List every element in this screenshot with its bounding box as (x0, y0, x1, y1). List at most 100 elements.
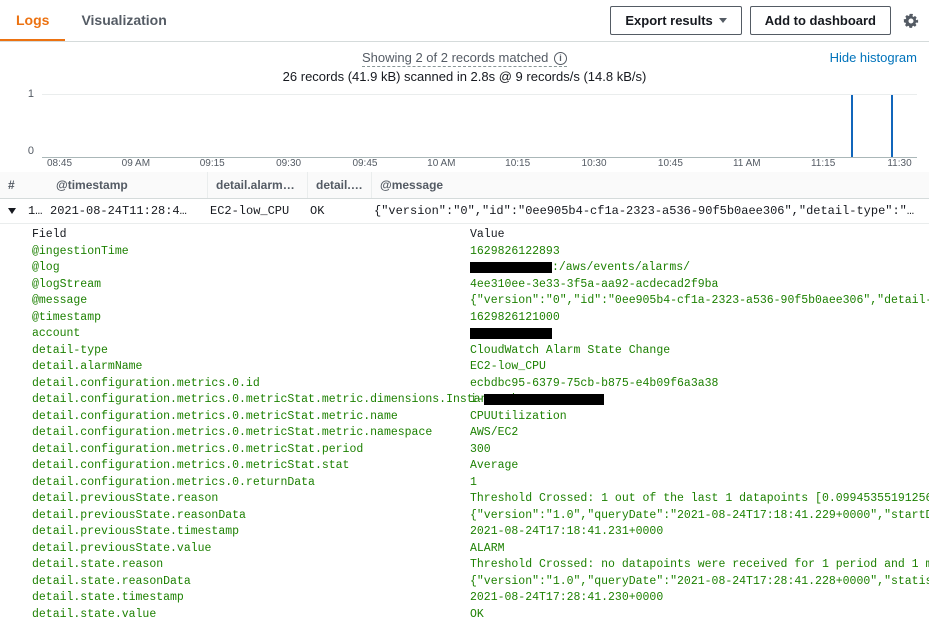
detail-value: 2021-08-24T17:28:41.230+0000 (470, 590, 663, 606)
detail-value: OK (470, 607, 484, 623)
y-axis: 0 1 (8, 90, 38, 158)
detail-field: detail.configuration.metrics.0.metricSta… (32, 442, 470, 458)
histogram-chart: 0 1 08:4509 AM09:1509:3009:4510 AM10:151… (8, 90, 921, 172)
col-timestamp[interactable]: @timestamp (48, 172, 208, 198)
detail-value: 300 (470, 442, 491, 458)
table-row[interactable]: 1 2021-08-24T11:28:41.00… EC2-low_CPU OK… (0, 199, 929, 224)
detail-field: detail.state.reason (32, 557, 470, 573)
y-tick-1: 1 (28, 88, 34, 100)
x-tick: 10:45 (658, 158, 683, 169)
detail-value: CPUUtilization (470, 409, 567, 425)
detail-field: detail.previousState.reasonData (32, 508, 470, 524)
detail-row: detail.state.timestamp2021-08-24T17:28:4… (32, 590, 929, 607)
scan-stats-text: 26 records (41.9 kB) scanned in 2.8s @ 9… (0, 69, 929, 84)
col-state[interactable]: detail.s… (308, 172, 372, 198)
detail-row: detail.state.valueOK (32, 606, 929, 623)
add-to-dashboard-button[interactable]: Add to dashboard (750, 6, 891, 35)
detail-field: @ingestionTime (32, 244, 470, 260)
detail-row: detail.configuration.metrics.0.metricSta… (32, 425, 929, 442)
x-tick: 11:15 (811, 158, 835, 169)
detail-header: Field Value (32, 226, 929, 243)
detail-value: i- (470, 392, 604, 408)
col-message[interactable]: @message (372, 172, 929, 198)
detail-value: Threshold Crossed: 1 out of the last 1 d… (470, 491, 929, 507)
x-axis: 08:4509 AM09:1509:3009:4510 AM10:1510:30… (42, 158, 917, 172)
detail-row: detail-typeCloudWatch Alarm State Change (32, 342, 929, 359)
col-index[interactable]: # (0, 172, 28, 198)
expand-toggle-icon[interactable] (8, 208, 16, 214)
detail-row: detail.configuration.metrics.0.metricSta… (32, 408, 929, 425)
detail-field: @message (32, 293, 470, 309)
detail-field: detail.configuration.metrics.0.id (32, 376, 470, 392)
x-tick: 09 AM (122, 158, 150, 169)
detail-value: Average (470, 458, 518, 474)
x-tick: 09:30 (276, 158, 301, 169)
x-tick: 10:15 (505, 158, 530, 169)
detail-row: detail.state.reasonThreshold Crossed: no… (32, 557, 929, 574)
detail-value: AWS/EC2 (470, 425, 518, 441)
x-tick: 08:45 (47, 158, 72, 169)
detail-row: @message{"version":"0","id":"0ee905b4-cf… (32, 293, 929, 310)
detail-value: EC2-low_CPU (470, 359, 546, 375)
detail-value: 1 (470, 475, 477, 491)
export-label: Export results (625, 13, 712, 28)
detail-field: detail.previousState.timestamp (32, 524, 470, 540)
export-results-button[interactable]: Export results (610, 6, 741, 35)
detail-value: 1629826121000 (470, 310, 560, 326)
detail-row: detail.configuration.metrics.0.metricSta… (32, 392, 929, 409)
hide-histogram-link[interactable]: Hide histogram (830, 50, 917, 65)
detail-row: detail.alarmNameEC2-low_CPU (32, 359, 929, 376)
cell-message: {"version":"0","id":"0ee905b4-cf1a-2323-… (366, 199, 929, 223)
detail-value: {"version":"1.0","queryDate":"2021-08-24… (470, 574, 929, 590)
histogram-bar[interactable] (851, 95, 853, 157)
detail-field: detail.configuration.metrics.0.metricSta… (32, 458, 470, 474)
cell-state: OK (302, 199, 366, 223)
detail-value: :/aws/events/alarms/ (470, 260, 690, 276)
records-matched-label: Showing 2 of 2 records matched (362, 50, 548, 65)
redacted-value (484, 394, 604, 405)
info-icon[interactable]: i (554, 52, 567, 65)
detail-row: detail.configuration.metrics.0.returnDat… (32, 474, 929, 491)
tabs: Logs Visualization (0, 0, 183, 41)
row-detail-panel: Field Value @ingestionTime1629826122893@… (0, 224, 929, 627)
gridline (42, 94, 917, 95)
histogram-bar[interactable] (891, 95, 893, 157)
tab-visualization[interactable]: Visualization (65, 0, 182, 41)
row-index: 1 (20, 199, 42, 223)
detail-row: detail.state.reasonData{"version":"1.0",… (32, 573, 929, 590)
detail-row: detail.previousState.timestamp2021-08-24… (32, 524, 929, 541)
detail-row: detail.previousState.valueALARM (32, 540, 929, 557)
x-tick: 09:45 (352, 158, 377, 169)
detail-row: detail.configuration.metrics.0.metricSta… (32, 441, 929, 458)
detail-value (470, 326, 552, 342)
detail-field: @logStream (32, 277, 470, 293)
cell-alarm-name: EC2-low_CPU (202, 199, 302, 223)
redacted-value (470, 262, 552, 273)
tab-logs[interactable]: Logs (0, 0, 65, 41)
col-expander (28, 172, 48, 198)
detail-field: detail.alarmName (32, 359, 470, 375)
x-tick: 11 AM (733, 158, 761, 169)
detail-row: detail.configuration.metrics.0.idecbdbc9… (32, 375, 929, 392)
detail-row: detail.previousState.reasonThreshold Cro… (32, 491, 929, 508)
y-tick-0: 0 (28, 145, 34, 157)
detail-field: detail.configuration.metrics.0.metricSta… (32, 392, 470, 408)
x-tick: 10 AM (427, 158, 455, 169)
detail-field: @log (32, 260, 470, 276)
cell-timestamp: 2021-08-24T11:28:41.00… (42, 199, 202, 223)
detail-row: @ingestionTime1629826122893 (32, 243, 929, 260)
detail-field: detail.configuration.metrics.0.returnDat… (32, 475, 470, 491)
caret-down-icon (719, 18, 727, 23)
detail-row: detail.configuration.metrics.0.metricSta… (32, 458, 929, 475)
x-tick: 10:30 (582, 158, 607, 169)
detail-value: ALARM (470, 541, 505, 557)
detail-row: detail.previousState.reasonData{"version… (32, 507, 929, 524)
detail-row: account (32, 326, 929, 343)
detail-col-field: Field (32, 228, 470, 241)
records-matched-text: Showing 2 of 2 records matched i (362, 50, 567, 67)
detail-value: {"version":"1.0","queryDate":"2021-08-24… (470, 508, 929, 524)
table-header: # @timestamp detail.alarmN… detail.s… @m… (0, 172, 929, 199)
detail-row: @timestamp1629826121000 (32, 309, 929, 326)
gear-icon[interactable] (903, 13, 919, 29)
col-alarm-name[interactable]: detail.alarmN… (208, 172, 308, 198)
